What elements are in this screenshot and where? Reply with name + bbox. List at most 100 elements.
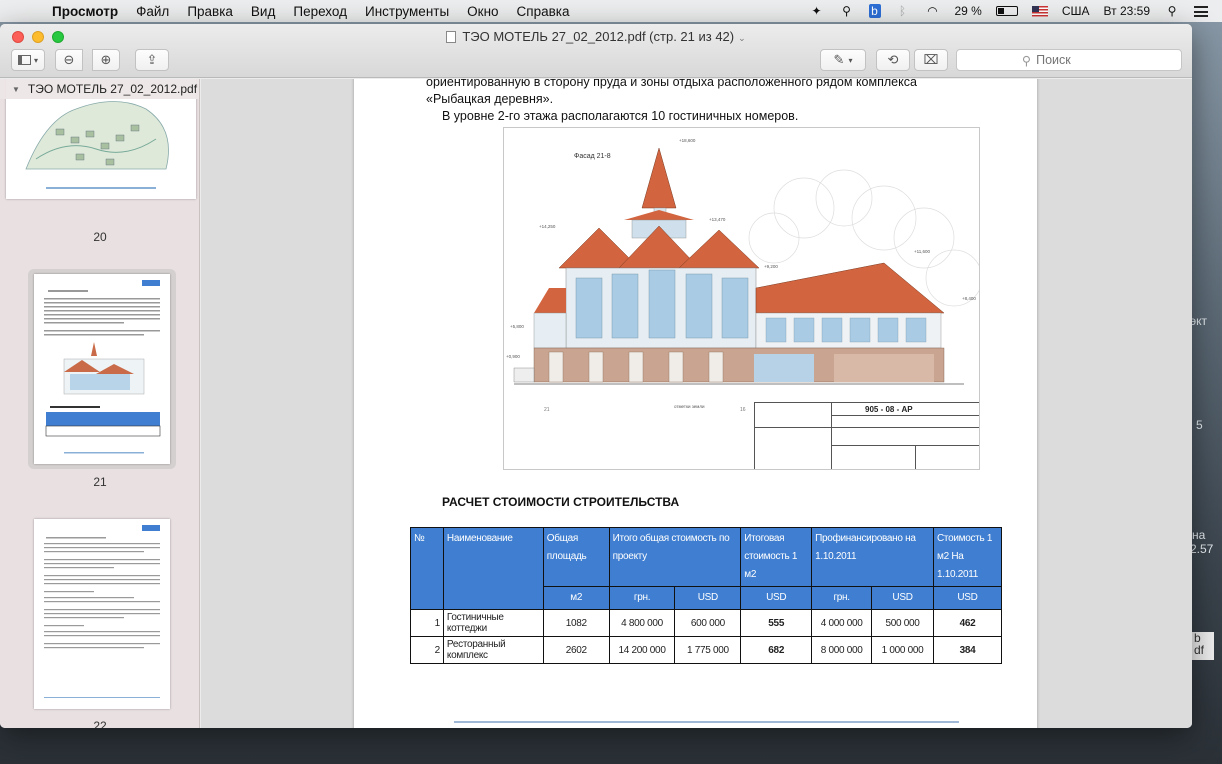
cell-fin-uah: 8 000 000 — [811, 636, 873, 664]
cell-fin-uah: 4 000 000 — [811, 609, 873, 637]
pen-icon: ✎ — [833, 52, 845, 67]
drawing-code: 905 - 08 - АР — [865, 405, 913, 414]
app-status-icon[interactable]: b — [868, 4, 881, 18]
page-number-label: 20 — [93, 230, 107, 244]
share-button[interactable]: ⇪ — [135, 49, 169, 71]
unit-cell: грн. — [811, 586, 873, 610]
pdf-page-21: ориентированную в сторону пруда и зоны о… — [354, 79, 1037, 728]
disclosure-triangle-icon[interactable]: ▼ — [12, 85, 20, 94]
cell-cost-m2: 555 — [740, 609, 813, 637]
rotate-button[interactable]: ⟲ — [876, 49, 910, 71]
svg-text:+8,400: +8,400 — [962, 296, 976, 301]
cell-total-usd: 1 775 000 — [674, 636, 742, 664]
battery-icon[interactable] — [995, 6, 1018, 16]
cell-cost-m2: 682 — [740, 636, 813, 664]
title-bar: ТЭО МОТЕЛЬ 27_02_2012.pdf (стр. 21 из 42… — [0, 24, 1192, 78]
spotlight-search-icon[interactable]: ⚲ — [1164, 4, 1180, 18]
zoom-out-icon: ⊖ — [63, 52, 75, 67]
preview-window: ТЭО МОТЕЛЬ 27_02_2012.pdf (стр. 21 из 42… — [0, 24, 1192, 728]
svg-text:+13,470: +13,470 — [709, 217, 726, 222]
search-field[interactable]: ⚲ — [956, 49, 1182, 71]
sidebar-view-button[interactable]: ▾ — [11, 49, 45, 71]
desktop-file-label: df — [1194, 643, 1205, 657]
zoom-in-icon: ⊕ — [100, 52, 112, 67]
desktop-file-icon-fragment[interactable]: b df — [1192, 632, 1214, 660]
notification-center-icon[interactable] — [1194, 5, 1208, 17]
menu-view[interactable]: Вид — [251, 4, 275, 19]
thumbnail-sidebar: ▼ ТЭО МОТЕЛЬ 27_02_2012.pdf 20 21 22 — [0, 79, 200, 728]
cell-area: 1082 — [542, 609, 610, 637]
cell-total-usd: 600 000 — [674, 609, 742, 637]
chevron-down-icon: ▾ — [848, 55, 853, 65]
page-thumbnail-21[interactable] — [34, 274, 170, 464]
body-text-line: В уровне 2-го этажа располагаются 10 гос… — [442, 109, 799, 123]
battery-percent: 29 % — [954, 4, 982, 18]
header-financed: Профинансировано на 1.10.2011 — [811, 527, 934, 587]
section-title: РАСЧЕТ СТОИМОСТИ СТРОИТЕЛЬСТВА — [442, 495, 680, 509]
cell-area: 2602 — [542, 636, 610, 664]
title-block-stamp: 905 - 08 - АР — [754, 402, 979, 469]
markup-toolbox-button[interactable]: ⌧ — [914, 49, 948, 71]
menu-tools[interactable]: Инструменты — [365, 4, 449, 19]
search-input[interactable] — [1036, 53, 1117, 67]
clock[interactable]: Вт 23:59 — [1104, 4, 1150, 18]
menu-file[interactable]: Файл — [136, 4, 169, 19]
svg-text:21: 21 — [544, 407, 550, 413]
cell-num: 2 — [410, 636, 444, 664]
table-row: 2 Ресторанный комплекс 2602 14 200 000 1… — [410, 636, 1002, 664]
menu-app-name[interactable]: Просмотр — [52, 4, 118, 19]
page-thumbnail-22[interactable] — [34, 519, 170, 709]
document-view[interactable]: ориентированную в сторону пруда и зоны о… — [201, 79, 1192, 728]
menu-bar: Просмотр Файл Правка Вид Переход Инструм… — [0, 0, 1222, 22]
chevron-down-icon: ⌄ — [738, 33, 746, 43]
document-outline-header[interactable]: ▼ ТЭО МОТЕЛЬ 27_02_2012.pdf — [0, 79, 199, 99]
desktop-label-fragment: на — [1192, 528, 1206, 542]
svg-text:+11,600: +11,600 — [914, 249, 931, 254]
pdf-document-icon — [446, 31, 457, 43]
menu-extras: ✦ ⚲ b ᛒ ◠ 29 % США Вт 23:59 ⚲ — [809, 4, 1208, 18]
header-total-cost: Итого общая стоимость по проекту — [608, 527, 742, 587]
header-area: Общая площадь — [542, 527, 610, 587]
desktop-label-fragment: 5 — [1196, 418, 1203, 432]
svg-text:отметки земли: отметки земли — [674, 404, 705, 409]
menu-go[interactable]: Переход — [293, 4, 347, 19]
wifi-icon[interactable]: ◠ — [925, 4, 941, 18]
svg-text:+0,900: +0,900 — [506, 354, 520, 359]
location-icon[interactable]: ⚲ — [839, 4, 855, 18]
cell-cost-m2-date: 384 — [933, 636, 1002, 664]
svg-text:+14,250: +14,250 — [539, 224, 556, 229]
construction-cost-table: № Наименование Общая площадь Итого общая… — [410, 527, 1002, 664]
page-footer-rule — [454, 721, 959, 723]
zoom-in-button[interactable]: ⊕ — [92, 49, 120, 71]
header-cost-m2: Итоговая стоимость 1 м2 — [740, 527, 813, 587]
input-source[interactable]: США — [1062, 4, 1090, 18]
search-icon: ⚲ — [1021, 53, 1032, 68]
cell-name: Гостиничные коттеджи — [442, 609, 544, 637]
header-num: № — [410, 527, 444, 610]
unit-cell: USD — [674, 586, 742, 610]
toolbox-icon: ⌧ — [923, 52, 939, 67]
menu-window[interactable]: Окно — [467, 4, 498, 19]
zoom-out-button[interactable]: ⊖ — [55, 49, 83, 71]
body-text-line: ориентированную в сторону пруда и зоны о… — [426, 79, 917, 89]
header-name: Наименование — [442, 527, 544, 610]
desktop-label-fragment: экт — [1190, 314, 1208, 328]
table-row: 1 Гостиничные коттеджи 1082 4 800 000 60… — [410, 609, 1002, 637]
svg-text:16: 16 — [740, 407, 746, 413]
facade-label: Фасад 21-8 — [574, 153, 611, 160]
us-flag-icon[interactable] — [1031, 5, 1048, 17]
unit-cell: грн. — [608, 586, 676, 610]
desktop-label-fragment: 2.57 — [1190, 542, 1214, 556]
svg-text:+5,800: +5,800 — [510, 324, 524, 329]
body-text-line: «Рыбацкая деревня». — [426, 92, 554, 106]
menu-edit[interactable]: Правка — [187, 4, 233, 19]
status-icon[interactable]: ✦ — [809, 4, 825, 18]
unit-cell: USD — [871, 586, 934, 610]
chevron-down-icon: ▾ — [33, 55, 38, 65]
menu-help[interactable]: Справка — [517, 4, 570, 19]
cell-num: 1 — [410, 609, 444, 637]
bluetooth-icon[interactable]: ᛒ — [895, 4, 911, 18]
markup-pen-button[interactable]: ✎ ▾ — [820, 49, 866, 71]
window-title[interactable]: ТЭО МОТЕЛЬ 27_02_2012.pdf (стр. 21 из 42… — [0, 29, 1192, 44]
page-21-thumbnail-image — [44, 280, 161, 454]
